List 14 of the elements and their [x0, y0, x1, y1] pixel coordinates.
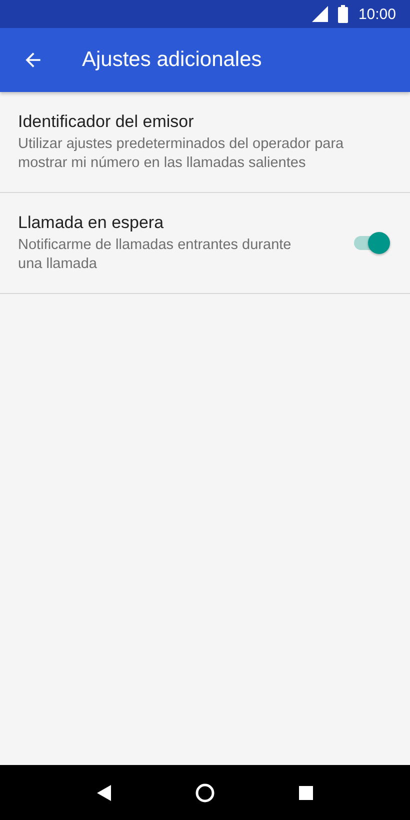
signal-icon — [312, 6, 328, 22]
setting-summary: Utilizar ajustes predeterminados del operador para mostrar mi número en las llamadas salientes — [18, 135, 345, 173]
toggle-switch[interactable] — [352, 230, 390, 254]
setting-title: Identificador del emisor — [18, 111, 195, 133]
status-time: 10:00 — [358, 6, 396, 22]
recents-icon[interactable] — [299, 786, 313, 800]
battery-icon — [338, 5, 348, 23]
home-icon[interactable] — [195, 782, 215, 802]
back-icon[interactable] — [97, 784, 111, 800]
screen-title: Ajustes adicionales — [82, 48, 262, 72]
setting-title: Llamada en espera — [18, 212, 165, 234]
setting-summary: Notificarme de llamadas entrantes durante una llamada — [18, 236, 292, 274]
setting-row[interactable]: Identificador del emisor Utilizar ajustes predeterminados del operador para mostrar mi número en las llamadas salientes — [0, 92, 410, 193]
setting-row[interactable]: Llamada en espera Notificarme de llamadas entrantes durante una llamada — [0, 193, 410, 294]
